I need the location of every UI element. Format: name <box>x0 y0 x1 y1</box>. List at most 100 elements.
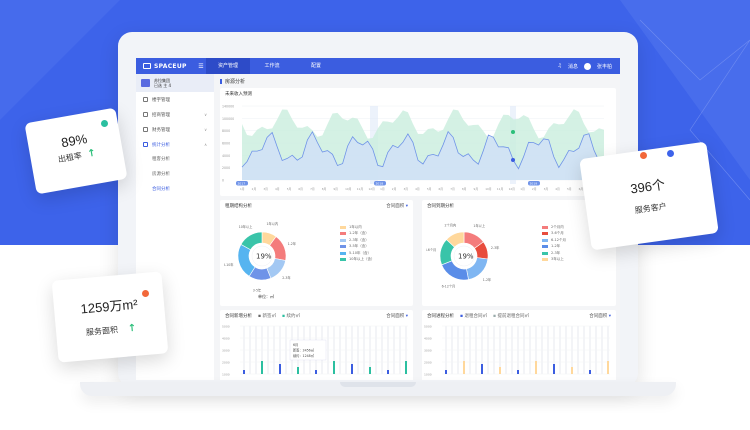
x-tick-label: 6月 <box>439 187 444 191</box>
bar[interactable] <box>405 361 407 374</box>
slice-label: 1年以内 <box>267 221 279 226</box>
bar[interactable] <box>571 367 573 374</box>
nav-config[interactable]: 配置 <box>294 58 338 74</box>
legend-label: 2-3年 <box>551 250 561 255</box>
notify-label[interactable]: 消息 <box>568 63 578 70</box>
bar[interactable] <box>607 361 609 374</box>
contract-added-title: 合同新增分析 <box>225 314 252 319</box>
legend-label: 6-12个月 <box>551 237 566 242</box>
bar[interactable] <box>297 367 299 374</box>
donut-slice[interactable] <box>237 244 256 277</box>
legend-swatch <box>542 258 548 262</box>
lease-structure-filter[interactable]: 合同面积 <box>386 203 408 209</box>
slice-label: 2-3年 <box>491 245 500 250</box>
x-tick-label: 11月 <box>497 187 504 191</box>
x-tick-label: 5月 <box>287 187 292 191</box>
app-screen: SPACEUP ☰ 资产管理 工作流 配置 ♫ 消息 张丰柏 苏拉集团 已选 主… <box>136 58 620 380</box>
user-name[interactable]: 张丰柏 <box>597 63 612 70</box>
slice-label: 3-6个月 <box>426 248 436 252</box>
forecast-chart[interactable]: 140000 100000 8000 6000 4000 2000 0 1月 2月 3月 4月 5月 6… <box>220 100 616 196</box>
menu-toggle-icon[interactable]: ☰ <box>196 63 206 70</box>
year-marker-label: 2017 <box>238 182 246 186</box>
x-tick-label: 7月 <box>310 187 315 191</box>
y-tick-label: 2000 <box>222 166 230 170</box>
bar[interactable] <box>481 364 483 374</box>
bar[interactable] <box>369 367 371 374</box>
lease-structure-donut[interactable]: 1年以内 1-2年 2-3年 3-5年 5-10年 10年以上 19% <box>224 216 334 296</box>
unit-label: 单位：㎡ <box>258 294 274 299</box>
bar[interactable] <box>445 370 447 374</box>
arrow-up-icon: ↑ <box>86 147 97 160</box>
contract-added-panel: 合同新增分析 ▪ 新签㎡ ▪ 续约㎡ 合同面积 5000 4000 3000 2000 100… <box>220 310 413 380</box>
legend-swatch <box>340 232 346 236</box>
sidebar-item-label: 招商管理 <box>152 112 170 118</box>
laptop-notch <box>340 382 416 387</box>
bar[interactable] <box>463 361 465 374</box>
contract-added-filter[interactable]: 合同面积 <box>386 313 408 319</box>
nav-asset-management[interactable]: 资产管理 <box>206 58 250 74</box>
org-icon <box>141 79 150 87</box>
legend-item[interactable]: 3年以上 <box>542 257 566 264</box>
orange-dot-icon <box>640 152 647 159</box>
x-tick-label: 10月 <box>345 187 352 191</box>
contract-progress-filter[interactable]: 合同面积 <box>589 313 611 319</box>
arrow-up-icon: ↑ <box>127 322 137 335</box>
legend-label: 1-2年 <box>551 244 561 249</box>
main-content: 房源分析 未来收入预测 140000 100000 8000 6000 4000 2000… <box>220 76 616 380</box>
sidebar-item-statistics[interactable]: 统计分析 ∧ <box>136 137 214 152</box>
org-switcher[interactable]: 苏拉集团 已选 主 4 <box>136 74 214 92</box>
year-marker-label: 2018 <box>376 182 384 186</box>
slice-label: 5-10年 <box>224 262 234 267</box>
contract-progress-title: 合同进程分析 <box>427 314 454 319</box>
legend-swatch <box>542 238 548 242</box>
bar[interactable] <box>589 370 591 374</box>
contract-progress-chart[interactable]: 5000 4000 3000 2000 1000 <box>422 322 616 380</box>
bar[interactable] <box>535 361 537 374</box>
legend-label: 3-5年（含） <box>349 244 369 249</box>
nav-workflow[interactable]: 工作流 <box>250 58 294 74</box>
bar[interactable] <box>261 361 263 374</box>
submenu-property-analysis[interactable]: 房源分析 <box>136 167 214 182</box>
app-logo[interactable]: SPACEUP <box>136 63 196 70</box>
x-tick-label: 1月 <box>380 187 385 191</box>
submenu-contract-analysis[interactable]: 合同分析 <box>136 182 214 197</box>
submenu-tenant-analysis[interactable]: 租客分析 <box>136 152 214 167</box>
bar[interactable] <box>315 370 317 374</box>
page-title: 房源分析 <box>220 76 616 86</box>
legend-swatch <box>340 258 346 262</box>
legend-label: 3-6个月 <box>551 231 564 236</box>
legend-item[interactable]: 10年以上（含） <box>340 257 374 264</box>
legend-swatch <box>542 251 548 255</box>
contract-added-chart[interactable]: 5000 4000 3000 2000 1000 6月新签：3456㎡续约：1248㎡ <box>220 322 413 380</box>
bell-icon[interactable]: ♫ <box>557 63 561 69</box>
data-point[interactable] <box>511 130 515 134</box>
sidebar-item-finance[interactable]: 财务管理 ∨ <box>136 122 214 137</box>
sidebar-item-leasing[interactable]: 招商管理 ∨ <box>136 107 214 122</box>
donut-center-value: 19% <box>256 253 272 261</box>
x-tick-label: 3月 <box>403 187 408 191</box>
y-tick-label: 4000 <box>222 154 230 158</box>
org-sub: 已选 主 4 <box>154 83 172 88</box>
bar[interactable] <box>499 367 501 374</box>
legend-swatch <box>340 245 346 249</box>
bar[interactable] <box>387 370 389 374</box>
bar[interactable] <box>243 370 245 374</box>
legend-label: 1年以内 <box>349 224 362 229</box>
contract-expiry-legend: 2个月内 3-6个月 6-12个月 1-2年 2-3年 3年以上 <box>542 224 566 263</box>
bar[interactable] <box>517 370 519 374</box>
bar[interactable] <box>279 364 281 374</box>
bar[interactable] <box>553 364 555 374</box>
x-tick-label: 3月 <box>263 187 268 191</box>
slice-label: 6-12个月 <box>442 284 456 288</box>
x-tick-label: 1月 <box>520 187 525 191</box>
bar[interactable] <box>351 364 353 374</box>
bar[interactable] <box>333 361 335 374</box>
y-tick-label: 0 <box>222 179 224 183</box>
laptop-frame: SPACEUP ☰ 资产管理 工作流 配置 ♫ 消息 张丰柏 苏拉集团 已选 主… <box>118 32 638 387</box>
contract-expiry-donut[interactable]: 1年以上 2-3年 1-2年 6-12个月 3-6个月 2个月内 19% <box>426 216 536 296</box>
sidebar-item-buildings[interactable]: 楼宇管理 <box>136 92 214 107</box>
data-point[interactable] <box>511 158 515 162</box>
avatar[interactable] <box>583 62 591 70</box>
y-tick-label: 2000 <box>424 361 432 365</box>
sidebar-item-label: 统计分析 <box>152 142 170 148</box>
